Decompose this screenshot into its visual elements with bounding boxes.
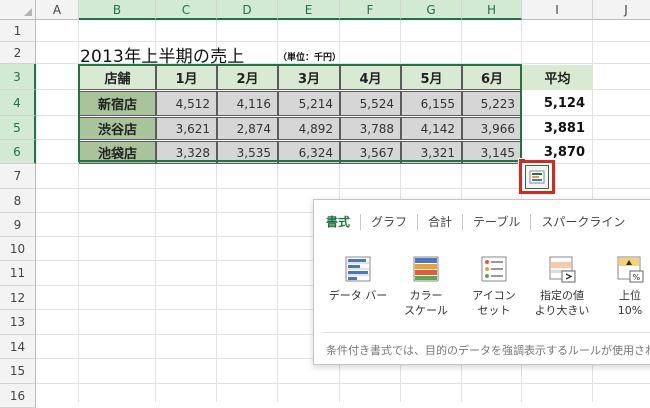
column-header-a[interactable]: A <box>36 0 79 20</box>
option-data-bar[interactable]: データ バー <box>324 254 392 318</box>
sales-value-cell[interactable]: 6,324 <box>278 141 340 164</box>
tab-1[interactable]: グラフ <box>361 214 419 230</box>
option-label: 指定の値 より大きい <box>534 289 590 317</box>
tab-4[interactable]: スパークライン <box>531 214 635 230</box>
data-bar-icon <box>345 256 371 282</box>
row-header-13[interactable]: 13 <box>0 310 36 335</box>
table-header-store[interactable]: 店舗 <box>79 65 156 90</box>
table-header-month[interactable]: 1月 <box>156 65 217 90</box>
sales-value-cell[interactable]: 4,116 <box>217 91 278 116</box>
row-header-16[interactable]: 16 <box>0 384 36 408</box>
sales-value-cell[interactable]: 6,155 <box>401 91 462 116</box>
column-header-j[interactable]: J <box>593 0 650 20</box>
row-header-5[interactable]: 5 <box>0 116 36 140</box>
column-header-h[interactable]: H <box>462 0 522 20</box>
greater-than-icon <box>549 256 576 283</box>
store-name-cell[interactable]: 渋谷店 <box>79 117 156 140</box>
sales-value-cell[interactable]: 5,524 <box>340 91 401 116</box>
option-greater-than[interactable]: 指定の値 より大きい <box>528 254 596 318</box>
sales-value-cell[interactable]: 5,223 <box>462 91 522 116</box>
sales-value-cell[interactable]: 3,966 <box>462 117 522 140</box>
column-header-f[interactable]: F <box>340 0 401 20</box>
average-value-cell[interactable]: 3,881 <box>522 117 593 140</box>
row-header-14[interactable]: 14 <box>0 335 36 359</box>
color-scale-icon <box>413 256 439 282</box>
row-header-11[interactable]: 11 <box>0 261 36 286</box>
icon-set-icon <box>481 256 507 282</box>
row-header-2[interactable]: 2 <box>0 42 36 64</box>
table-header-month[interactable]: 2月 <box>217 65 278 90</box>
table-header-month[interactable]: 5月 <box>401 65 462 90</box>
quick-analysis-icon <box>525 165 549 189</box>
panel-divider <box>322 332 650 333</box>
select-all-corner[interactable] <box>0 0 36 20</box>
top-10-percent-icon: % <box>617 256 644 283</box>
quick-analysis-button[interactable] <box>519 160 555 194</box>
column-header-d[interactable]: D <box>217 0 278 20</box>
row-header-6[interactable]: 6 <box>0 140 36 164</box>
row-header-10[interactable]: 10 <box>0 237 36 261</box>
table-header-month[interactable]: 4月 <box>340 65 401 90</box>
panel-description: 条件付き書式では、目的のデータを強調表示するルールが使用されます。 <box>326 344 650 357</box>
column-header-b[interactable]: B <box>79 0 156 20</box>
tab-0[interactable]: 書式 <box>322 214 362 230</box>
row-header-9[interactable]: 9 <box>0 213 36 237</box>
option-label: カラー スケール <box>404 289 448 317</box>
sales-value-cell[interactable]: 3,321 <box>401 141 462 164</box>
row-header-15[interactable]: 15 <box>0 359 36 384</box>
column-header-i[interactable]: I <box>522 0 593 20</box>
option-label: 上位 10% <box>617 289 643 317</box>
option-label: データ バー <box>328 289 388 302</box>
option-color-scale[interactable]: カラー スケール <box>392 254 460 318</box>
store-name-cell[interactable]: 新宿店 <box>79 91 156 116</box>
store-name-cell[interactable]: 池袋店 <box>79 141 156 164</box>
quick-analysis-panel: 書式 グラフ 合計 テーブル スパークライン データ バー カラー スケール ア… <box>313 199 650 365</box>
column-header-g[interactable]: G <box>401 0 462 20</box>
row-header-12[interactable]: 12 <box>0 286 36 310</box>
sales-value-cell[interactable]: 3,788 <box>340 117 401 140</box>
table-header-month[interactable]: 3月 <box>278 65 340 90</box>
gridline-row <box>36 383 650 384</box>
gridline-row <box>36 188 650 189</box>
sales-value-cell[interactable]: 5,214 <box>278 91 340 116</box>
sales-value-cell[interactable]: 3,328 <box>156 141 217 164</box>
sales-value-cell[interactable]: 4,142 <box>401 117 462 140</box>
average-value-cell[interactable]: 5,124 <box>522 91 593 116</box>
row-header-1[interactable]: 1 <box>0 20 36 42</box>
column-header-e[interactable]: E <box>278 0 340 20</box>
format-options: データ バー カラー スケール アイコン セット 指定の値 より大きい % 上位… <box>324 254 650 318</box>
unit-label: （単位：千円） <box>278 53 342 63</box>
table-header-average[interactable]: 平均 <box>522 65 593 90</box>
quick-analysis-tabs: 書式 グラフ 合計 テーブル スパークライン <box>322 214 635 230</box>
option-icon-set[interactable]: アイコン セット <box>460 254 528 318</box>
option-label: アイコン セット <box>472 289 516 317</box>
sales-value-cell[interactable]: 3,567 <box>340 141 401 164</box>
sales-value-cell[interactable]: 3,621 <box>156 117 217 140</box>
tab-3[interactable]: テーブル <box>463 214 532 230</box>
sales-value-cell[interactable]: 3,145 <box>462 141 522 164</box>
sheet-title: 2013年上半期の売上 <box>80 47 245 67</box>
table-header-month[interactable]: 6月 <box>462 65 522 90</box>
tab-2[interactable]: 合計 <box>418 214 464 230</box>
column-header-c[interactable]: C <box>156 0 217 20</box>
row-header-7[interactable]: 7 <box>0 164 36 189</box>
sales-value-cell[interactable]: 4,892 <box>278 117 340 140</box>
option-top-10-percent[interactable]: % 上位 10% <box>596 254 650 318</box>
row-header-8[interactable]: 8 <box>0 189 36 213</box>
row-header-3[interactable]: 3 <box>0 64 36 90</box>
row-header-4[interactable]: 4 <box>0 90 36 116</box>
sales-value-cell[interactable]: 2,874 <box>217 117 278 140</box>
sales-value-cell[interactable]: 3,535 <box>217 141 278 164</box>
sales-value-cell[interactable]: 4,512 <box>156 91 217 116</box>
svg-text:%: % <box>633 273 641 282</box>
